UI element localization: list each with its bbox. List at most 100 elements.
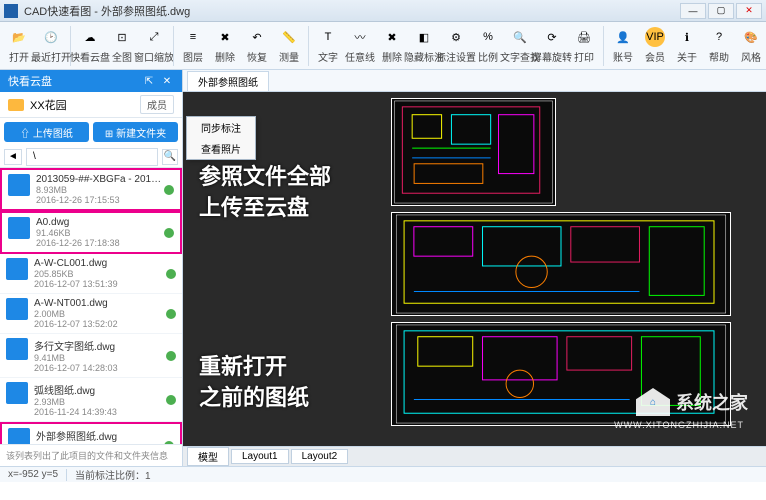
menu-item[interactable]: 同步标注 xyxy=(187,117,255,138)
toolbar-label: 文字 xyxy=(318,49,338,64)
maximize-button[interactable]: ▢ xyxy=(708,3,734,19)
watermark-logo-icon: ⌂ xyxy=(636,388,670,416)
toolbar-删除[interactable]: ✖删除 xyxy=(377,25,407,66)
context-menu: 同步标注查看照片 xyxy=(186,116,256,160)
toolbar-icon: ↶ xyxy=(247,27,267,47)
layout-tab[interactable]: Layout2 xyxy=(291,449,349,464)
toolbar-图层[interactable]: ≡图层 xyxy=(178,25,208,66)
layout-tab[interactable]: 模型 xyxy=(187,447,229,466)
toolbar-label: 会员 xyxy=(645,49,665,64)
project-name: XX花园 xyxy=(30,97,140,113)
toolbar-比例[interactable]: %比例 xyxy=(473,25,503,66)
file-meta: 2.93MB2016-11-24 14:39:43 xyxy=(34,397,166,417)
minimize-button[interactable]: — xyxy=(680,3,706,19)
toolbar-label: 删除 xyxy=(382,49,402,64)
toolbar-最近打开[interactable]: 🕑最近打开 xyxy=(36,25,66,66)
toolbar-打开[interactable]: 📂打开 xyxy=(4,25,34,66)
new-folder-button[interactable]: ⊞ 新建文件夹 xyxy=(93,122,178,142)
file-meta: 91.46KB2016-12-26 17:18:38 xyxy=(36,228,164,248)
toolbar-label: 窗口缩放 xyxy=(134,49,174,64)
dwg-file-icon xyxy=(8,174,30,196)
toolbar-icon: 🔍 xyxy=(510,27,530,47)
coordinates-readout: x=-952 y=5 xyxy=(8,469,58,480)
file-item[interactable]: A-W-CL001.dwg205.85KB2016-12-07 13:51:39 xyxy=(0,254,182,294)
toolbar-icon: T xyxy=(318,27,338,47)
toolbar-label: 打开 xyxy=(9,49,29,64)
toolbar-icon: 🕑 xyxy=(41,27,61,47)
folder-icon xyxy=(8,99,24,111)
sidebar-close-icon[interactable]: ✕ xyxy=(160,74,174,88)
toolbar-icon: 📏 xyxy=(279,27,299,47)
dwg-file-icon xyxy=(8,217,30,239)
toolbar-icon: ⤢ xyxy=(144,27,164,47)
toolbar-label: 标注设置 xyxy=(436,49,476,64)
drawing-area: 外部参照图纸 参照文件全部上传至云盘 重新打开之前的图纸 ⌂ 系统之家 WWW.… xyxy=(183,70,766,466)
toolbar-icon: VIP xyxy=(645,27,665,47)
toolbar-label: 删除 xyxy=(215,49,235,64)
toolbar-icon: ◧ xyxy=(414,27,434,47)
toolbar-label: 任意线 xyxy=(345,49,375,64)
titlebar: CAD快速看图 - 外部参照图纸.dwg — ▢ ✕ xyxy=(0,0,766,22)
toolbar-恢复[interactable]: ↶恢复 xyxy=(242,25,272,66)
toolbar-风格[interactable]: 🎨风格 xyxy=(736,25,766,66)
toolbar-label: 全图 xyxy=(112,49,132,64)
toolbar-隐藏标注[interactable]: ◧隐藏标注 xyxy=(409,25,439,66)
file-name: 外部参照图纸.dwg xyxy=(36,428,164,443)
toolbar-关于[interactable]: ℹ关于 xyxy=(672,25,702,66)
toolbar-icon: 🖨 xyxy=(574,27,594,47)
toolbar-icon: ☁ xyxy=(80,27,100,47)
file-item[interactable]: 2013059-##-XBGFa - 20140623.dwg8.93MB201… xyxy=(0,168,182,211)
toolbar-打印[interactable]: 🖨打印 xyxy=(569,25,599,66)
file-item[interactable]: 弧线图纸.dwg2.93MB2016-11-24 14:39:43 xyxy=(0,378,182,422)
document-tabbar: 外部参照图纸 xyxy=(183,70,766,92)
sync-status-icon xyxy=(164,228,174,238)
window-title: CAD快速看图 - 外部参照图纸.dwg xyxy=(24,3,680,19)
toolbar-icon: 〰 xyxy=(350,27,370,47)
toolbar-标注设置[interactable]: ⚙标注设置 xyxy=(441,25,471,66)
file-item[interactable]: A-W-NT001.dwg2.00MB2016-12-07 13:52:02 xyxy=(0,294,182,334)
toolbar-会员[interactable]: VIP 会员 xyxy=(640,25,670,66)
document-tab[interactable]: 外部参照图纸 xyxy=(187,71,269,91)
watermark: ⌂ 系统之家 xyxy=(636,388,748,416)
upload-button[interactable]: ⇧ 上传图纸 xyxy=(4,122,89,142)
toolbar-icon: 🎨 xyxy=(741,27,761,47)
sync-status-icon xyxy=(166,309,176,319)
toolbar-icon: 👤 xyxy=(613,27,633,47)
file-item[interactable]: 外部参照图纸.dwg131.04KB2016-12-26 17:04:25 xyxy=(0,422,182,444)
back-button[interactable]: ◄ xyxy=(4,149,22,165)
toolbar-屏幕旋转[interactable]: ⟳屏幕旋转 xyxy=(537,25,567,66)
toolbar-文字[interactable]: T 文字 xyxy=(313,25,343,66)
member-button[interactable]: 成员 xyxy=(140,95,174,114)
sidebar-hint: 该列表列出了此项目的文件和文件夹信息 xyxy=(6,451,168,461)
toolbar-账号[interactable]: 👤账号 xyxy=(608,25,638,66)
close-button[interactable]: ✕ xyxy=(736,3,762,19)
toolbar-测量[interactable]: 📏 测量 xyxy=(274,25,304,66)
scale-readout: 当前标注比例：1 xyxy=(75,467,151,482)
toolbar-全图[interactable]: ⊡ 全图 xyxy=(107,25,137,66)
pin-icon[interactable]: ⇱ xyxy=(142,74,156,88)
toolbar-icon: ⊡ xyxy=(112,27,132,47)
viewport[interactable]: 参照文件全部上传至云盘 重新打开之前的图纸 ⌂ 系统之家 WWW.XITONGZ… xyxy=(183,92,766,446)
toolbar-label: 测量 xyxy=(279,49,299,64)
file-name: A-W-NT001.dwg xyxy=(34,298,166,309)
file-name: A-W-CL001.dwg xyxy=(34,258,166,269)
project-row[interactable]: XX花园 成员 xyxy=(0,92,182,118)
toolbar-icon: ? xyxy=(709,27,729,47)
file-meta: 2.00MB2016-12-07 13:52:02 xyxy=(34,309,166,329)
menu-item[interactable]: 查看照片 xyxy=(187,138,255,159)
toolbar-icon: ≡ xyxy=(183,27,203,47)
toolbar-窗口缩放[interactable]: ⤢窗口缩放 xyxy=(139,25,169,66)
layout-tab[interactable]: Layout1 xyxy=(231,449,289,464)
toolbar-label: 快看云盘 xyxy=(70,49,110,64)
search-icon[interactable]: 🔍 xyxy=(162,149,178,165)
toolbar-icon: ✖ xyxy=(215,27,235,47)
toolbar-删除[interactable]: ✖ 删除 xyxy=(210,25,240,66)
toolbar-帮助[interactable]: ?帮助 xyxy=(704,25,734,66)
file-item[interactable]: A0.dwg91.46KB2016-12-26 17:18:38 xyxy=(0,211,182,254)
path-input[interactable]: \ xyxy=(26,148,158,166)
toolbar-任意线[interactable]: 〰任意线 xyxy=(345,25,375,66)
toolbar-快看云盘[interactable]: ☁快看云盘 xyxy=(75,25,105,66)
file-item[interactable]: 多行文字图纸.dwg9.41MB2016-12-07 14:28:03 xyxy=(0,334,182,378)
watermark-url: WWW.XITONGZHIJIA.NET xyxy=(614,420,744,430)
toolbar-文字查找[interactable]: 🔍文字查找 xyxy=(505,25,535,66)
